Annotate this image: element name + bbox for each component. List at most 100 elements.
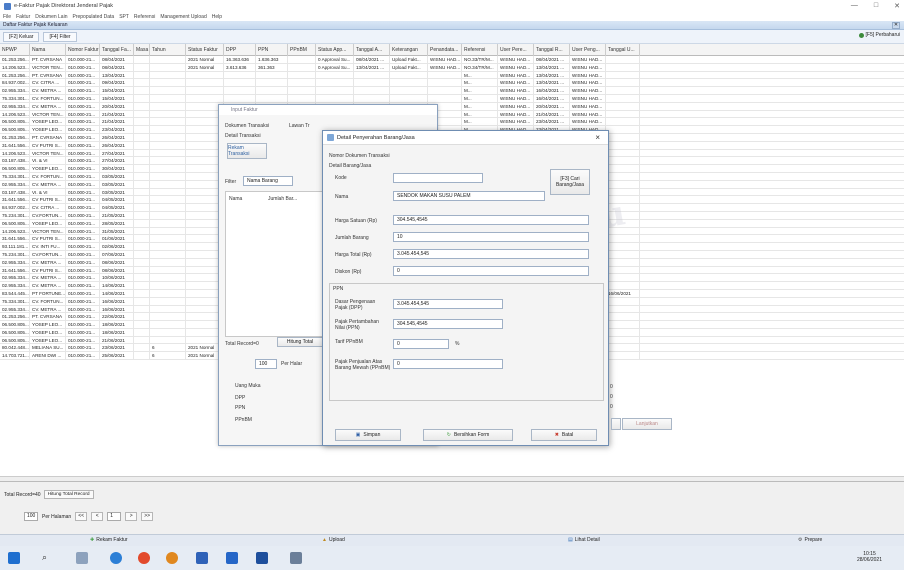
page-number-input[interactable]: 1 <box>107 512 122 521</box>
rekam-transaksi-button[interactable]: Rekam Transaksi <box>227 143 267 159</box>
start-icon[interactable] <box>8 552 20 564</box>
table-row[interactable]: 14.206.523... VICTOR TEN... 010.000-21... 2… <box>0 110 904 119</box>
firefox-icon[interactable] <box>166 552 178 564</box>
prev-page-button[interactable]: < <box>91 512 104 521</box>
hitung-total-button[interactable]: Hitung Total Record <box>43 490 94 499</box>
table-cell: 75.234.301... <box>2 211 30 219</box>
menu-management-upload[interactable]: Management Upload <box>160 14 206 20</box>
kode-input[interactable] <box>393 173 483 183</box>
column-header[interactable]: Penandata... <box>428 44 462 56</box>
table-cell: 23/04/2021 ... <box>534 118 570 126</box>
search-icon[interactable]: ⌕ <box>42 552 54 564</box>
menu-dokumen-lain[interactable]: Dokumen Lain <box>35 14 67 20</box>
menu-spt[interactable]: SPT <box>119 14 129 20</box>
mail-icon[interactable] <box>256 552 268 564</box>
lihat-detail-button[interactable]: ▤ Lihat Detail <box>568 537 600 543</box>
detail-transaksi-tab[interactable]: Detail Transaksi <box>225 133 261 139</box>
edge-icon[interactable] <box>110 552 122 564</box>
column-header[interactable]: Tanggal R... <box>534 44 570 56</box>
harga-satuan-input[interactable]: 304.545,4545 <box>393 215 589 225</box>
column-header[interactable]: User Pere... <box>498 44 534 56</box>
diskon-input[interactable]: 0 <box>393 266 589 276</box>
table-row[interactable]: 01.253.256... PT. CVRSANA 010.000-21... 08/… <box>0 56 904 64</box>
column-header[interactable]: Tanggal Fa... <box>100 44 134 56</box>
uang-muka-checkbox[interactable]: Uang Muka <box>235 383 261 389</box>
column-header[interactable]: User Peng... <box>570 44 606 56</box>
perbaharui-button[interactable]: [F5] Perbaharui <box>858 32 900 38</box>
column-header[interactable]: Keterangan <box>390 44 428 56</box>
menu-help[interactable]: Help <box>212 14 222 20</box>
page-size-input[interactable]: 100 <box>24 512 38 521</box>
maximize-button[interactable]: □ <box>874 2 878 10</box>
last-page-button[interactable]: >> <box>141 512 154 521</box>
table-row[interactable]: 06.500.805... YOSEP LEO... 010.000-21... 21… <box>0 118 904 127</box>
column-header[interactable]: Tanggal A... <box>354 44 390 56</box>
menu-faktur[interactable]: Faktur <box>16 14 30 20</box>
jumlah-barang-input[interactable]: 10 <box>393 232 589 242</box>
table-row[interactable]: 84.937.002... CV. CITRA ... 010.000-21... 0… <box>0 79 904 88</box>
chrome-icon[interactable] <box>138 552 150 564</box>
horizontal-scrollbar[interactable] <box>0 476 904 481</box>
table-cell: PT FORTUNE... <box>32 289 66 297</box>
column-header[interactable]: Nomor Faktur <box>66 44 100 56</box>
filter-button[interactable]: [F4] Filter <box>43 31 77 42</box>
app-icon-1[interactable] <box>196 552 208 564</box>
hitung-total-button[interactable]: Hitung Total <box>277 337 323 347</box>
dlg1-ok-button[interactable] <box>611 418 621 430</box>
tarif-ppnbm-input[interactable]: 0 <box>393 339 449 349</box>
store-icon[interactable] <box>226 552 238 564</box>
batal-button[interactable]: ✖ Batal <box>531 429 597 441</box>
bersihkan-form-button[interactable]: ↻ Bersihkan Form <box>423 429 513 441</box>
dpp-input[interactable]: 3.045.454,545 <box>393 299 503 309</box>
table-row[interactable]: 02.955.334... CV. METRA ... 010.000-21... 2… <box>0 102 904 111</box>
column-header[interactable]: PPnBM <box>288 44 316 56</box>
table-cell: 010.000-21... <box>66 87 100 94</box>
first-page-button[interactable]: << <box>75 512 88 521</box>
table-row[interactable]: 75.334.301... CV. FORTUN... 010.000-21... 1… <box>0 94 904 103</box>
task-view-icon[interactable] <box>76 552 88 564</box>
table-row[interactable]: 01.253.256... PT. CVRSANA 010.000-21... 13/… <box>0 71 904 80</box>
close-button[interactable]: ✕ <box>894 2 900 10</box>
menu-prepopulated[interactable]: Prepopulated Data <box>72 14 114 20</box>
column-header[interactable]: NPWP <box>0 44 30 56</box>
table-row[interactable]: 02.955.334... CV. METRA ... 010.000-21... 1… <box>0 87 904 95</box>
column-header[interactable]: Status App... <box>316 44 354 56</box>
column-header[interactable]: Referensi <box>462 44 498 56</box>
next-page-button[interactable]: > <box>125 512 138 521</box>
dokumen-transaksi-tab[interactable]: Dokumen Transaksi <box>225 123 269 129</box>
efaktur-icon[interactable] <box>290 552 302 564</box>
upload-button[interactable]: ▲ Upload <box>322 537 345 543</box>
column-header[interactable]: DPP <box>224 44 256 56</box>
simpan-button[interactable]: ▣ Simpan <box>335 429 401 441</box>
table-row[interactable]: 14.206.523... VICTOR TEN... 010.000-21... 0… <box>0 63 904 72</box>
sub-close-button[interactable]: ✕ <box>892 22 900 29</box>
close-icon[interactable]: × <box>595 133 600 142</box>
column-header[interactable]: PPN <box>256 44 288 56</box>
column-header[interactable]: Nama <box>30 44 66 56</box>
column-header[interactable]: Tahun <box>150 44 186 56</box>
prepare-button[interactable]: ⚙ Prepare <box>798 537 822 543</box>
ppn-input[interactable]: 304.545,4545 <box>393 319 503 329</box>
table-cell: 2021 Normal <box>186 63 224 71</box>
dpp-label: Dasar Pengenaan Pajak (DPP) <box>335 299 376 311</box>
table-cell: 16/06/2021 <box>100 297 134 305</box>
minimize-button[interactable]: — <box>851 2 858 10</box>
column-header[interactable]: Masa <box>134 44 150 56</box>
clock[interactable]: 10:15 28/06/2021 <box>857 551 882 563</box>
rekam-faktur-button[interactable]: ✚ Rekam Faktur <box>90 537 128 543</box>
nama-input[interactable]: SENDOK MAKAN SUSU PALEM <box>393 191 545 201</box>
harga-total-input[interactable]: 3.045.454,545 <box>393 249 589 259</box>
table-cell <box>150 172 186 180</box>
cari-barang-button[interactable]: [F3] Cari Barang/Jasa <box>550 169 590 195</box>
menu-referensi[interactable]: Referensi <box>134 14 155 20</box>
menu-file[interactable]: File <box>3 14 11 20</box>
nama-barang-select[interactable]: Nama Barang <box>243 176 293 186</box>
ppnbm-input[interactable]: 0 <box>393 359 503 369</box>
table-cell: PT. CVRSANA <box>30 313 66 321</box>
keluar-button[interactable]: [F2] Keluar <box>3 31 40 42</box>
column-header[interactable]: Tanggal U... <box>606 44 640 56</box>
lawan-transaksi-tab[interactable]: Lawan Tr <box>289 123 310 129</box>
column-header[interactable]: Status Faktur <box>186 44 224 56</box>
page-size-input[interactable]: 100 <box>255 359 277 369</box>
lanjutkan-button[interactable]: Lanjutkan <box>622 418 672 430</box>
